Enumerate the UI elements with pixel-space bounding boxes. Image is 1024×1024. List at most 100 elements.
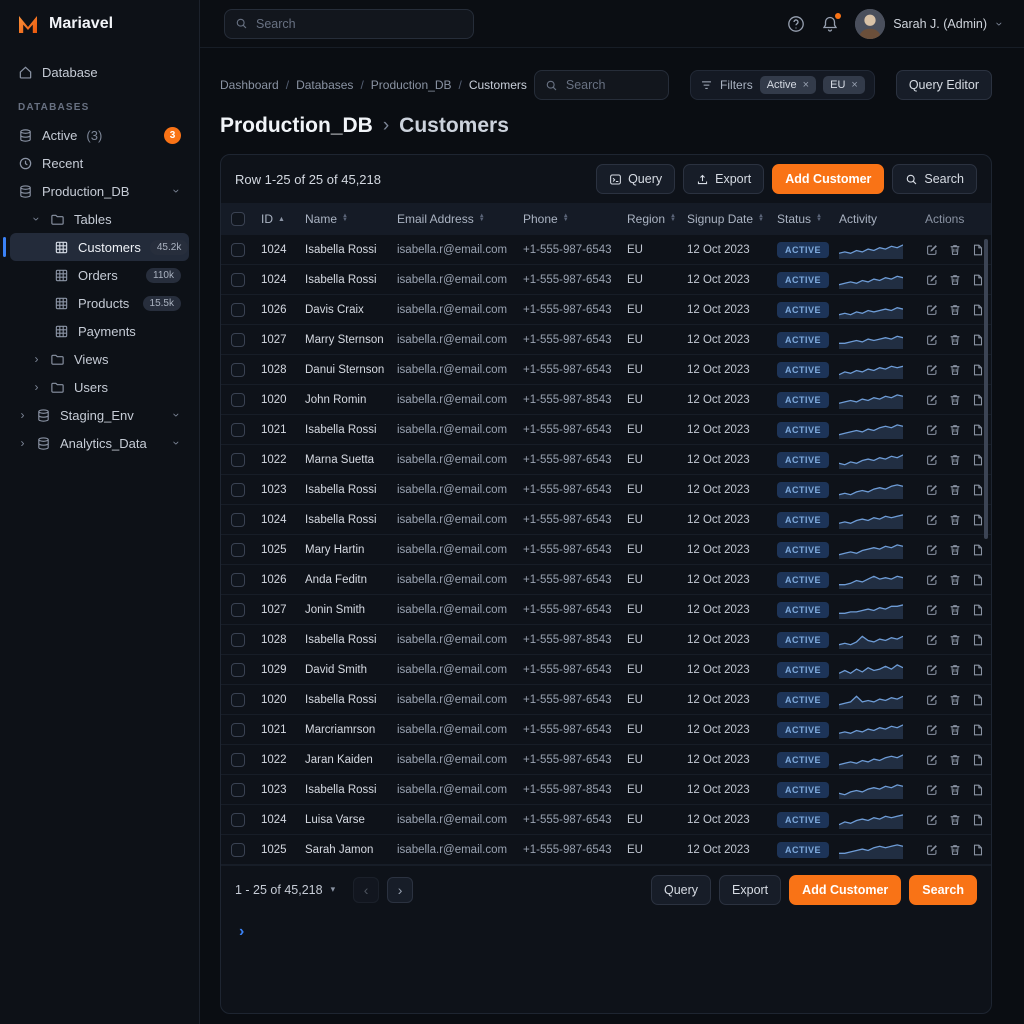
view-row-button[interactable] [971,303,985,317]
notifications-button[interactable] [821,15,839,33]
row-checkbox[interactable] [231,363,245,377]
view-row-button[interactable] [971,543,985,557]
sidebar-folder-views[interactable]: › Views [10,345,189,373]
table-row[interactable]: 1027 Marry Sternson isabella.r@email.com… [221,325,991,355]
view-row-button[interactable] [971,273,985,287]
edit-row-button[interactable] [925,783,939,797]
table-row[interactable]: 1020 John Romin isabella.r@email.com +1-… [221,385,991,415]
delete-row-button[interactable] [948,783,962,797]
help-button[interactable] [787,15,805,33]
filter-chip-active[interactable]: Active × [760,76,816,94]
view-row-button[interactable] [971,423,985,437]
user-menu[interactable]: Sarah J. (Admin) › [855,9,1004,39]
edit-row-button[interactable] [925,363,939,377]
edit-row-button[interactable] [925,843,939,857]
sidebar-item-production-db[interactable]: Production_DB › [10,177,189,205]
table-row[interactable]: 1022 Marna Suetta isabella.r@email.com +… [221,445,991,475]
view-row-button[interactable] [971,753,985,767]
sidebar-item-orders[interactable]: Orders 110k [10,261,189,289]
column-header-phone[interactable]: Phone▲▼ [517,212,621,226]
view-row-button[interactable] [971,603,985,617]
delete-row-button[interactable] [948,663,962,677]
sidebar-item-active[interactable]: Active (3) 3 [10,121,189,149]
delete-row-button[interactable] [948,393,962,407]
table-row[interactable]: 1024 Luisa Varse isabella.r@email.com +1… [221,805,991,835]
table-row[interactable]: 1029 David Smith isabella.r@email.com +1… [221,655,991,685]
breadcrumb-dashboard[interactable]: Dashboard [220,78,279,92]
sidebar-item-staging-env[interactable]: › Staging_Env › [10,401,189,429]
edit-row-button[interactable] [925,393,939,407]
table-row[interactable]: 1021 Marcriamrson isabella.r@email.com +… [221,715,991,745]
delete-row-button[interactable] [948,753,962,767]
column-header-region[interactable]: Region▲▼ [621,212,681,226]
sidebar-item-analytics-data[interactable]: › Analytics_Data › [10,429,189,457]
query-button[interactable]: Query [651,875,711,905]
table-row[interactable]: 1020 Isabella Rossi isabella.r@email.com… [221,685,991,715]
edit-row-button[interactable] [925,573,939,587]
select-all-checkbox[interactable] [231,212,245,226]
breadcrumb-production-db[interactable]: Production_DB [371,78,452,92]
sidebar-item-payments[interactable]: Payments [10,317,189,345]
table-row[interactable]: 1024 Isabella Rossi isabella.r@email.com… [221,265,991,295]
table-row[interactable]: 1028 Danui Sternson isabella.r@email.com… [221,355,991,385]
table-row[interactable]: 1021 Isabella Rossi isabella.r@email.com… [221,415,991,445]
expand-console-button[interactable]: › [221,913,261,951]
view-row-button[interactable] [971,783,985,797]
table-row[interactable]: 1025 Mary Hartin isabella.r@email.com +1… [221,535,991,565]
add-customer-button[interactable]: Add Customer [772,164,884,194]
view-row-button[interactable] [971,813,985,827]
edit-row-button[interactable] [925,663,939,677]
page-search-input[interactable] [566,78,658,92]
edit-row-button[interactable] [925,513,939,527]
view-row-button[interactable] [971,483,985,497]
delete-row-button[interactable] [948,303,962,317]
table-row[interactable]: 1027 Jonin Smith isabella.r@email.com +1… [221,595,991,625]
table-row[interactable]: 1028 Isabella Rossi isabella.r@email.com… [221,625,991,655]
column-header-id[interactable]: ID▲ [255,212,299,226]
row-checkbox[interactable] [231,813,245,827]
delete-row-button[interactable] [948,573,962,587]
sidebar-item-products[interactable]: Products 15.5k [10,289,189,317]
table-row[interactable]: 1022 Jaran Kaiden isabella.r@email.com +… [221,745,991,775]
view-row-button[interactable] [971,393,985,407]
global-search-input[interactable] [256,17,463,31]
edit-row-button[interactable] [925,813,939,827]
breadcrumb-databases[interactable]: Databases [296,78,353,92]
sidebar-item-customers[interactable]: Customers 45.2k [10,233,189,261]
sidebar-item-database[interactable]: Database [10,58,189,86]
search-button[interactable]: Search [892,164,977,194]
row-checkbox[interactable] [231,423,245,437]
remove-filter-icon[interactable]: × [851,79,857,91]
column-header-email[interactable]: Email Address▲▼ [391,212,517,226]
row-checkbox[interactable] [231,453,245,467]
filters-bar[interactable]: Filters Active × EU × [690,70,875,100]
edit-row-button[interactable] [925,753,939,767]
table-row[interactable]: 1023 Isabella Rossi isabella.r@email.com… [221,475,991,505]
table-row[interactable]: 1026 Davis Craix isabella.r@email.com +1… [221,295,991,325]
view-row-button[interactable] [971,633,985,647]
search-button[interactable]: Search [909,875,977,905]
view-row-button[interactable] [971,243,985,257]
delete-row-button[interactable] [948,453,962,467]
delete-row-button[interactable] [948,543,962,557]
view-row-button[interactable] [971,663,985,677]
view-row-button[interactable] [971,363,985,377]
edit-row-button[interactable] [925,423,939,437]
row-checkbox[interactable] [231,303,245,317]
export-button[interactable]: Export [683,164,764,194]
column-header-name[interactable]: Name▲▼ [299,212,391,226]
edit-row-button[interactable] [925,273,939,287]
row-checkbox[interactable] [231,333,245,347]
column-header-signup-date[interactable]: Signup Date▲▼ [681,212,771,226]
export-button[interactable]: Export [719,875,781,905]
table-row[interactable]: 1024 Isabella Rossi isabella.r@email.com… [221,235,991,265]
remove-filter-icon[interactable]: × [803,79,809,91]
delete-row-button[interactable] [948,483,962,497]
delete-row-button[interactable] [948,723,962,737]
row-checkbox[interactable] [231,573,245,587]
delete-row-button[interactable] [948,693,962,707]
delete-row-button[interactable] [948,843,962,857]
delete-row-button[interactable] [948,633,962,647]
row-checkbox[interactable] [231,543,245,557]
table-scrollbar[interactable] [984,239,988,539]
